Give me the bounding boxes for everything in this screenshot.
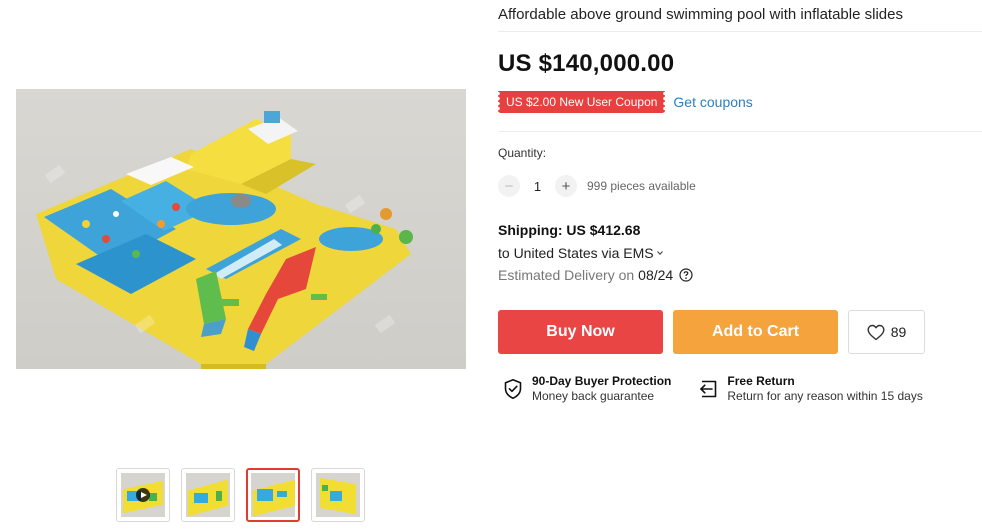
product-price: US $140,000.00 <box>498 50 675 77</box>
new-user-coupon-badge[interactable]: US $2.00 New User Coupon <box>495 91 668 113</box>
estimated-delivery: Estimated Delivery on 08/24 <box>498 267 693 283</box>
delivery-date: 08/24 <box>638 267 674 283</box>
buyer-protection-title: 90-Day Buyer Protection <box>532 374 672 388</box>
shipping-destination-selector[interactable]: to United States via EMS <box>498 245 664 261</box>
divider <box>498 31 982 32</box>
quantity-stepper: − 1 + 999 pieces available <box>498 175 696 197</box>
product-title: Affordable above ground swimming pool wi… <box>498 6 903 23</box>
buyer-protection: 90-Day Buyer Protection Money back guara… <box>502 374 671 404</box>
question-circle-icon[interactable] <box>679 268 693 282</box>
inflatable-water-park-illustration <box>36 111 413 369</box>
thumbnail-image-2[interactable] <box>181 468 235 522</box>
thumbnail-image-3-selected[interactable] <box>246 468 300 522</box>
buy-now-button[interactable]: Buy Now <box>498 310 663 354</box>
shield-check-icon <box>504 379 522 399</box>
free-return: Free Return Return for any reason within… <box>697 374 923 404</box>
shipping-destination-text: to United States via EMS <box>498 245 654 261</box>
shipping-cost: Shipping: US $412.68 <box>498 222 641 238</box>
stock-available: 999 pieces available <box>587 179 696 193</box>
free-return-title: Free Return <box>727 374 795 388</box>
thumbnail-image-4[interactable] <box>311 468 365 522</box>
quantity-increase-button[interactable]: + <box>555 175 577 197</box>
chevron-down-icon <box>656 251 663 256</box>
get-coupons-link[interactable]: Get coupons <box>673 94 752 110</box>
quantity-decrease-button[interactable]: − <box>498 175 520 197</box>
thumbnail-image <box>251 473 295 517</box>
add-to-cart-button[interactable]: Add to Cart <box>673 310 838 354</box>
thumbnail-video[interactable] <box>116 468 170 522</box>
guarantees: 90-Day Buyer Protection Money back guara… <box>502 374 923 404</box>
heart-icon <box>867 324 885 340</box>
quantity-label: Quantity: <box>498 146 547 160</box>
wishlist-button[interactable]: 89 <box>848 310 925 354</box>
free-return-subtitle: Return for any reason within 15 days <box>727 389 923 403</box>
thumbnail-image <box>316 473 360 517</box>
action-buttons: Buy Now Add to Cart 89 <box>498 310 925 354</box>
play-icon <box>136 488 150 502</box>
wishlist-count: 89 <box>890 324 907 340</box>
return-arrow-icon <box>700 380 717 398</box>
thumbnail-image <box>121 473 165 517</box>
thumbnail-strip <box>116 468 365 522</box>
buyer-protection-subtitle: Money back guarantee <box>532 389 655 403</box>
divider <box>498 131 982 132</box>
thumbnail-image <box>186 473 230 517</box>
main-product-image[interactable] <box>16 89 466 369</box>
delivery-label: Estimated Delivery on <box>498 267 635 283</box>
quantity-value[interactable]: 1 <box>520 179 555 194</box>
coupon-row: US $2.00 New User Coupon Get coupons <box>495 91 753 113</box>
